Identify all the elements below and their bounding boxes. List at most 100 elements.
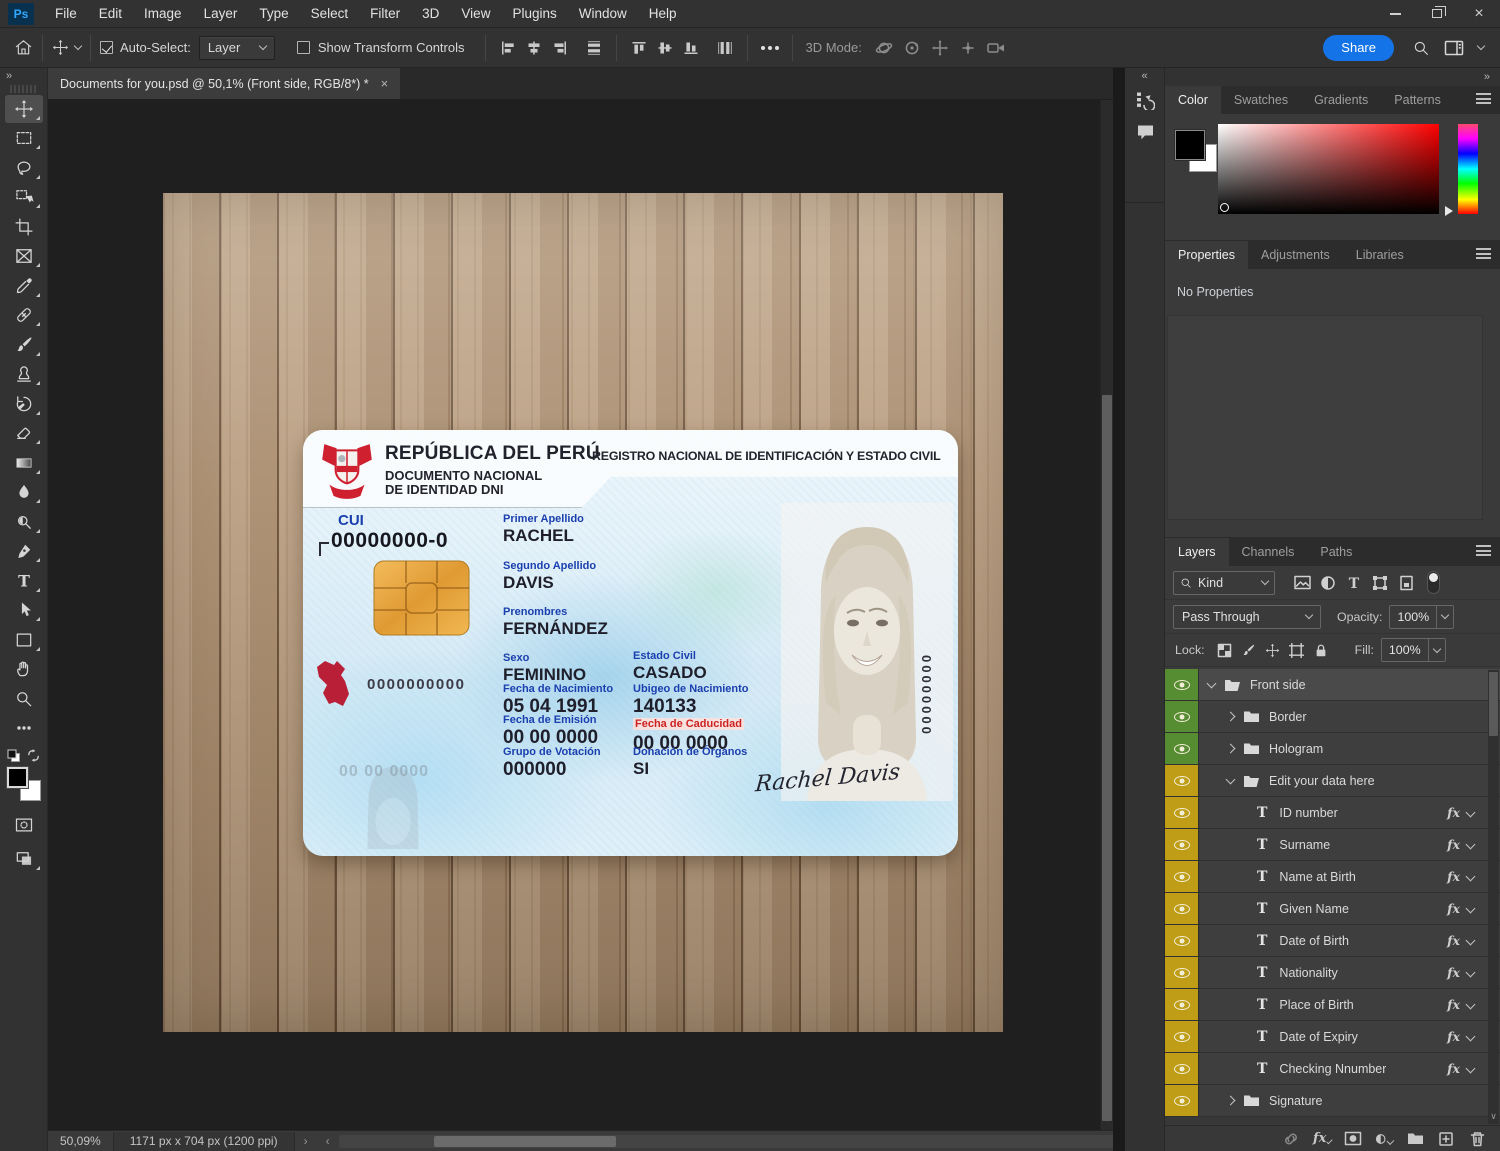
menu-filter[interactable]: Filter xyxy=(359,0,411,28)
visibility-toggle[interactable] xyxy=(1165,1085,1199,1116)
visibility-toggle[interactable] xyxy=(1165,797,1199,828)
lock-artboard-icon[interactable] xyxy=(1285,640,1309,660)
lock-position-icon[interactable] xyxy=(1261,640,1285,660)
gradient-tool[interactable] xyxy=(5,449,43,477)
chevron-down-icon[interactable] xyxy=(1226,775,1236,785)
chevron-down-icon[interactable] xyxy=(1466,1032,1476,1042)
visibility-toggle[interactable] xyxy=(1165,861,1199,892)
swap-colors-icon[interactable] xyxy=(26,748,41,763)
frame-tool[interactable] xyxy=(5,242,43,270)
layer-row-signature[interactable]: Signature xyxy=(1165,1085,1500,1117)
lock-pixels-icon[interactable] xyxy=(1237,640,1261,660)
hue-slider[interactable] xyxy=(1458,124,1478,214)
layer-row-edit-your-data[interactable]: Edit your data here xyxy=(1165,765,1500,797)
distribute-vertical-icon[interactable] xyxy=(712,35,738,61)
visibility-toggle[interactable] xyxy=(1165,893,1199,924)
menu-help[interactable]: Help xyxy=(638,0,688,28)
rectangle-tool[interactable] xyxy=(5,626,43,654)
blur-tool[interactable] xyxy=(5,478,43,506)
effects-icon[interactable]: fx xyxy=(1447,805,1460,820)
visibility-toggle[interactable] xyxy=(1165,1053,1199,1084)
tab-properties[interactable]: Properties xyxy=(1165,241,1248,269)
new-layer-icon[interactable] xyxy=(1437,1130,1455,1148)
comments-panel-icon[interactable] xyxy=(1125,116,1165,148)
chevron-right-icon[interactable] xyxy=(1226,712,1236,722)
color-panel-swatches[interactable] xyxy=(1175,130,1221,176)
distribute-horizontal-icon[interactable] xyxy=(581,35,607,61)
align-right-edges-icon[interactable] xyxy=(547,35,573,61)
filter-shape-layers-icon[interactable] xyxy=(1367,572,1393,594)
blend-mode-dropdown[interactable]: Pass Through xyxy=(1173,605,1321,629)
menu-image[interactable]: Image xyxy=(133,0,193,28)
minimize-icon[interactable] xyxy=(1374,0,1416,28)
menu-3d[interactable]: 3D xyxy=(411,0,450,28)
hand-tool[interactable] xyxy=(5,655,43,683)
menu-view[interactable]: View xyxy=(450,0,501,28)
visibility-toggle[interactable] xyxy=(1165,829,1199,860)
color-cursor[interactable] xyxy=(1220,203,1229,212)
crop-tool[interactable] xyxy=(5,213,43,241)
visibility-toggle[interactable] xyxy=(1165,1021,1199,1052)
visibility-toggle[interactable] xyxy=(1165,701,1199,732)
layer-effects-icon[interactable]: fx xyxy=(1313,1130,1331,1148)
lock-all-icon[interactable] xyxy=(1309,640,1333,660)
filter-adjustment-layers-icon[interactable] xyxy=(1315,572,1341,594)
align-vertical-centers-icon[interactable] xyxy=(652,35,678,61)
close-icon[interactable]: × xyxy=(1458,0,1500,28)
effects-icon[interactable]: fx xyxy=(1447,933,1460,948)
menu-select[interactable]: Select xyxy=(300,0,360,28)
tab-layers[interactable]: Layers xyxy=(1165,538,1229,566)
delete-layer-icon[interactable] xyxy=(1468,1130,1486,1148)
filter-pixel-layers-icon[interactable] xyxy=(1289,572,1315,594)
filter-kind-dropdown[interactable]: Kind xyxy=(1173,571,1275,595)
menu-layer[interactable]: Layer xyxy=(193,0,249,28)
visibility-toggle[interactable] xyxy=(1165,957,1199,988)
scroll-down-icon[interactable]: ∨ xyxy=(1489,1111,1498,1122)
layers-scrollbar[interactable]: ∨ xyxy=(1488,670,1499,1124)
effects-icon[interactable]: fx xyxy=(1447,1029,1460,1044)
chevron-down-icon[interactable] xyxy=(1466,1000,1476,1010)
type-tool[interactable]: T xyxy=(5,567,43,595)
3d-camera-icon[interactable] xyxy=(982,35,1010,61)
effects-icon[interactable]: fx xyxy=(1447,869,1460,884)
visibility-toggle[interactable] xyxy=(1165,989,1199,1020)
tab-patterns[interactable]: Patterns xyxy=(1381,86,1454,114)
close-icon[interactable]: × xyxy=(381,76,389,91)
layer-row-nationality[interactable]: TNationality fx xyxy=(1165,957,1500,989)
visibility-toggle[interactable] xyxy=(1165,925,1199,956)
tab-paths[interactable]: Paths xyxy=(1307,538,1365,566)
3d-pan-icon[interactable] xyxy=(926,35,954,61)
3d-orbit-icon[interactable] xyxy=(870,35,898,61)
visibility-toggle[interactable] xyxy=(1165,765,1199,796)
toolbar-grip[interactable] xyxy=(10,85,37,93)
saturation-brightness-field[interactable] xyxy=(1218,124,1439,214)
panel-menu-icon[interactable] xyxy=(1476,248,1491,259)
quick-mask-icon[interactable] xyxy=(5,811,43,839)
healing-brush-tool[interactable] xyxy=(5,301,43,329)
workspace-icon[interactable] xyxy=(1444,39,1464,57)
edit-toolbar-icon[interactable] xyxy=(5,714,43,742)
chevron-down-icon[interactable] xyxy=(1207,679,1217,689)
scroll-left-icon[interactable]: ‹ xyxy=(317,1134,339,1148)
visibility-toggle[interactable] xyxy=(1165,669,1199,700)
effects-icon[interactable]: fx xyxy=(1447,965,1460,980)
layer-row-surname[interactable]: TSurname fx xyxy=(1165,829,1500,861)
menu-type[interactable]: Type xyxy=(248,0,299,28)
layer-row-hologram[interactable]: Hologram xyxy=(1165,733,1500,765)
menu-window[interactable]: Window xyxy=(568,0,638,28)
tab-gradients[interactable]: Gradients xyxy=(1301,86,1381,114)
align-bottom-edges-icon[interactable] xyxy=(678,35,704,61)
document-tab[interactable]: Documents for you.psd @ 50,1% (Front sid… xyxy=(48,68,400,99)
home-icon[interactable] xyxy=(14,38,33,57)
foreground-color-swatch[interactable] xyxy=(1175,130,1205,160)
chevron-down-icon[interactable] xyxy=(1466,840,1476,850)
zoom-tool[interactable] xyxy=(5,685,43,713)
expand-dock-icon[interactable]: » xyxy=(1165,68,1500,86)
show-transform-checkbox[interactable] xyxy=(297,41,310,54)
3d-slide-icon[interactable] xyxy=(954,35,982,61)
layer-row-given-name[interactable]: TGiven Name fx xyxy=(1165,893,1500,925)
align-horizontal-centers-icon[interactable] xyxy=(521,35,547,61)
effects-icon[interactable]: fx xyxy=(1447,837,1460,852)
chevron-down-icon[interactable] xyxy=(1466,808,1476,818)
path-selection-tool[interactable] xyxy=(5,596,43,624)
